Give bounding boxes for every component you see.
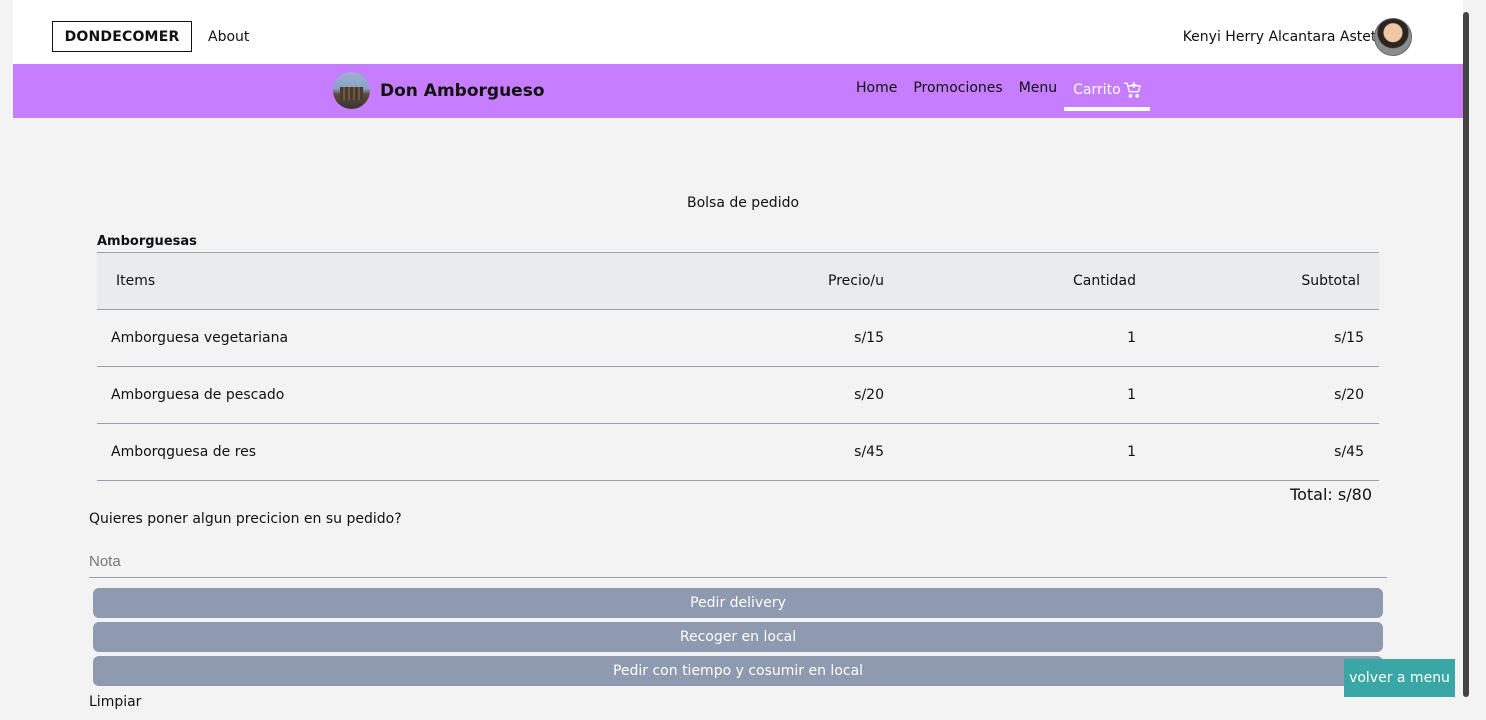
column-header-quantity: Cantidad [885, 252, 1137, 310]
column-header-items: Items [97, 252, 677, 310]
user-name: Kenyi Herry Alcantara Astete [1182, 29, 1385, 45]
item-price: s/15 [677, 309, 885, 367]
item-quantity: 1 [885, 423, 1137, 481]
table-row: Amborguesa vegetariana s/15 1 s/15 [97, 309, 1379, 367]
nav-links: Home Promociones Menu Carrito [856, 80, 1143, 100]
nav-link-menu[interactable]: Menu [1019, 80, 1057, 100]
note-input[interactable] [89, 545, 1387, 578]
restaurant-logo [333, 72, 370, 109]
item-name: Amborqguesa de res [97, 423, 677, 481]
table-header-row: Items Precio/u Cantidad Subtotal [97, 252, 1379, 310]
item-price: s/45 [677, 423, 885, 481]
item-subtotal: s/20 [1137, 366, 1379, 424]
dine-in-button[interactable]: Pedir con tiempo y cosumir en local [93, 656, 1383, 686]
scrollbar[interactable] [1463, 12, 1469, 697]
column-header-price: Precio/u [677, 252, 885, 310]
item-subtotal: s/45 [1137, 423, 1379, 481]
item-quantity: 1 [885, 309, 1137, 367]
item-subtotal: s/15 [1137, 309, 1379, 367]
brand-button[interactable]: DONDECOMER [52, 21, 192, 52]
order-total: Total: s/80 [1290, 485, 1372, 504]
page-title: Bolsa de pedido [686, 195, 800, 211]
item-name: Amborguesa de pescado [97, 366, 677, 424]
about-link[interactable]: About [208, 29, 249, 45]
category-title: Amborguesas [97, 234, 197, 249]
avatar[interactable] [1374, 18, 1412, 56]
item-price: s/20 [677, 366, 885, 424]
nav-link-promociones[interactable]: Promociones [913, 80, 1002, 100]
store-name: Don Amborgueso [380, 81, 545, 101]
nav-link-carrito-label: Carrito [1073, 82, 1121, 98]
item-quantity: 1 [885, 366, 1137, 424]
nav-link-carrito[interactable]: Carrito [1073, 80, 1143, 100]
column-header-subtotal: Subtotal [1137, 252, 1379, 310]
back-to-menu-button[interactable]: volver a menu [1344, 659, 1455, 697]
restaurant-navbar: Don Amborgueso Home Promociones Menu Car… [13, 64, 1463, 118]
item-name: Amborguesa vegetariana [97, 309, 677, 367]
order-table: Items Precio/u Cantidad Subtotal Amborgu… [97, 252, 1379, 481]
table-row: Amborqguesa de res s/45 1 s/45 [97, 423, 1379, 481]
table-row: Amborguesa de pescado s/20 1 s/20 [97, 366, 1379, 424]
delivery-button[interactable]: Pedir delivery [93, 588, 1383, 618]
nav-link-home[interactable]: Home [856, 80, 897, 100]
top-bar: DONDECOMER About Kenyi Herry Alcantara A… [13, 0, 1463, 64]
note-question: Quieres poner algun precicion en su pedi… [89, 511, 402, 527]
pickup-button[interactable]: Recoger en local [93, 622, 1383, 652]
cart-icon [1123, 81, 1141, 98]
clear-button[interactable]: Limpiar [89, 694, 141, 710]
active-tab-indicator [1064, 107, 1150, 111]
